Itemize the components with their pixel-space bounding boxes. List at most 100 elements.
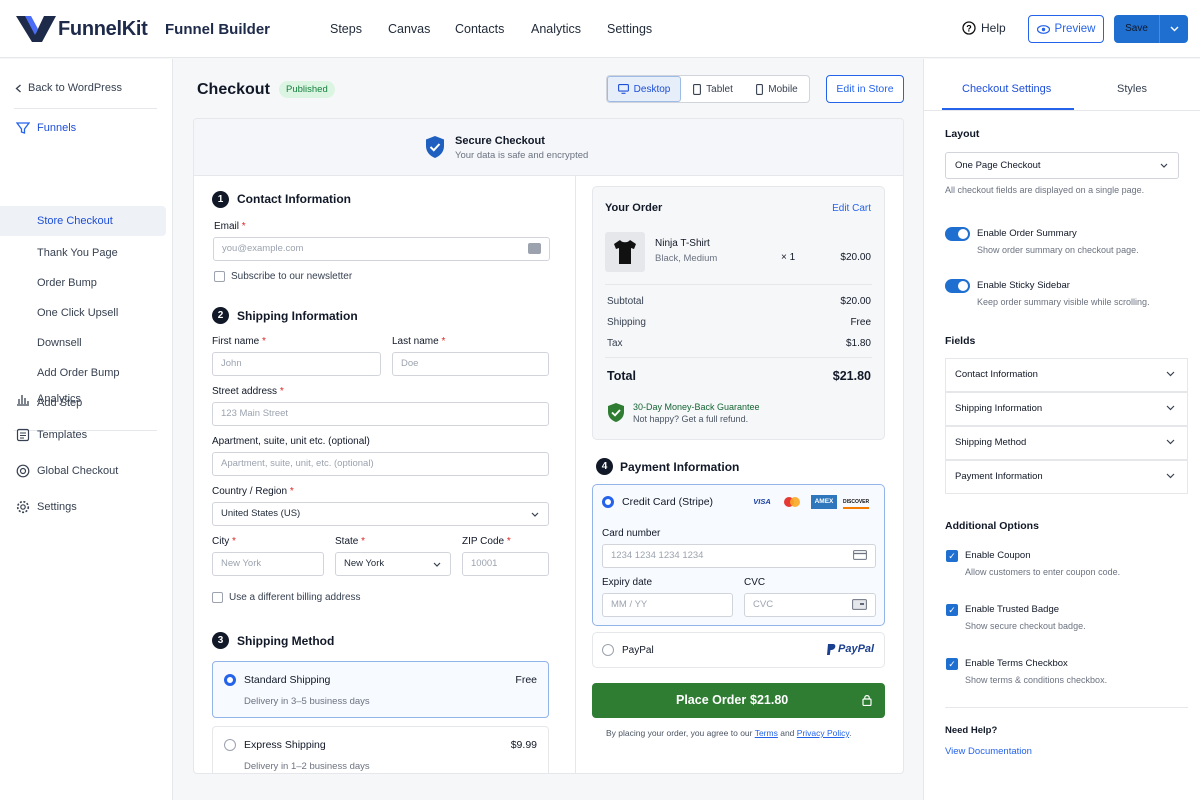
help-button[interactable]: ? Help bbox=[962, 21, 1006, 35]
view-documentation-link[interactable]: View Documentation bbox=[945, 746, 1032, 757]
nav-analytics[interactable]: Analytics bbox=[531, 22, 581, 36]
trusted-badge-checkbox[interactable]: ✓ bbox=[946, 604, 958, 616]
shipping-option-express[interactable]: Express Shipping $9.99 Delivery in 1–2 b… bbox=[212, 726, 549, 773]
sidebar-item-funnels[interactable]: Funnels bbox=[0, 122, 173, 134]
nav-contacts[interactable]: Contacts bbox=[455, 22, 504, 36]
order-summary-toggle[interactable] bbox=[945, 227, 970, 241]
card-number-field[interactable]: 1234 1234 1234 1234 bbox=[602, 544, 876, 568]
nav-canvas[interactable]: Canvas bbox=[388, 22, 430, 36]
chevron-down-icon bbox=[1166, 359, 1175, 391]
paypal-option[interactable]: PayPal PayPal bbox=[592, 632, 885, 668]
device-switcher: Desktop Tablet Mobile bbox=[606, 75, 810, 103]
secure-title: Secure Checkout bbox=[455, 135, 545, 147]
total-value: $21.80 bbox=[832, 369, 871, 383]
sidebar-item-one-click-upsell[interactable]: One Click Upsell bbox=[0, 307, 173, 319]
zip-field[interactable]: 10001 bbox=[462, 552, 549, 576]
step-number: 3 bbox=[212, 632, 229, 649]
last-name-field[interactable]: Doe bbox=[392, 352, 549, 376]
state-value: New York bbox=[344, 558, 385, 569]
express-price: $9.99 bbox=[510, 739, 537, 751]
left-sidebar: Back to WordPress Funnels Store Checkout… bbox=[0, 59, 173, 800]
privacy-policy-link[interactable]: Privacy Policy bbox=[797, 728, 849, 738]
nav-steps[interactable]: Steps bbox=[330, 22, 362, 36]
chevron-down-icon[interactable] bbox=[1160, 23, 1188, 35]
autofill-icon[interactable] bbox=[528, 243, 541, 254]
device-tablet-button[interactable]: Tablet bbox=[681, 76, 745, 102]
newsletter-checkbox[interactable] bbox=[214, 271, 225, 282]
credit-card-radio[interactable] bbox=[602, 496, 614, 508]
paypal-radio[interactable] bbox=[602, 644, 614, 656]
terms-checkbox-desc: Show terms & conditions checkbox. bbox=[965, 675, 1108, 685]
terms-link[interactable]: Terms bbox=[755, 728, 778, 738]
tab-checkout-settings[interactable]: Checkout Settings bbox=[962, 83, 1051, 95]
preview-button[interactable]: Preview bbox=[1028, 15, 1104, 43]
newsletter-label: Subscribe to our newsletter bbox=[231, 271, 353, 282]
expiry-label: Expiry date bbox=[602, 577, 653, 588]
chevron-left-icon bbox=[15, 84, 21, 93]
discover-icon: DISCOVER bbox=[843, 495, 869, 509]
sidebar-item-templates[interactable]: Templates bbox=[0, 429, 173, 441]
apartment-label: Apartment, suite, unit etc. (optional) bbox=[212, 436, 370, 447]
checkout-preview-canvas: Secure Checkout Your data is safe and en… bbox=[193, 118, 904, 774]
country-value: United States (US) bbox=[221, 508, 301, 519]
field-payment-information[interactable]: Payment Information bbox=[945, 460, 1188, 494]
email-field[interactable]: you@example.com bbox=[213, 237, 550, 261]
standard-name: Standard Shipping bbox=[244, 674, 331, 686]
sidebar-item-order-bump[interactable]: Order Bump bbox=[0, 277, 173, 289]
billing-address-label: Use a different billing address bbox=[229, 592, 361, 603]
card-number-label: Card number bbox=[602, 528, 661, 539]
express-radio[interactable] bbox=[224, 739, 236, 751]
sidebar-item-add-order-bump[interactable]: Add Order Bump bbox=[0, 367, 173, 379]
terms-checkbox[interactable]: ✓ bbox=[946, 658, 958, 670]
first-name-field[interactable]: John bbox=[212, 352, 381, 376]
device-desktop-label: Desktop bbox=[633, 83, 671, 95]
divider bbox=[924, 110, 1200, 111]
layout-select[interactable]: One Page Checkout bbox=[945, 152, 1179, 179]
edit-in-store-button[interactable]: Edit in Store bbox=[826, 75, 904, 103]
state-select[interactable]: New York bbox=[335, 552, 451, 576]
active-tab-indicator bbox=[942, 108, 1074, 110]
save-button[interactable]: Save bbox=[1114, 15, 1188, 43]
standard-radio[interactable] bbox=[224, 674, 236, 686]
coupon-desc: Allow customers to enter coupon code. bbox=[965, 567, 1121, 577]
mobile-icon bbox=[756, 83, 764, 95]
subtotal-label: Subtotal bbox=[607, 296, 644, 307]
sidebar-item-downsell[interactable]: Downsell bbox=[0, 337, 173, 349]
sticky-sidebar-toggle[interactable] bbox=[945, 279, 970, 293]
expiry-field[interactable]: MM / YY bbox=[602, 593, 733, 617]
funnelkit-logo-icon bbox=[16, 16, 56, 42]
city-field[interactable]: New York bbox=[212, 552, 324, 576]
tab-styles[interactable]: Styles bbox=[1117, 83, 1147, 95]
sidebar-item-global-checkout[interactable]: Global Checkout bbox=[0, 465, 173, 477]
terms-notice: By placing your order, you agree to our … bbox=[606, 728, 852, 738]
sidebar-item-settings[interactable]: Settings bbox=[0, 501, 173, 513]
shipping-option-standard[interactable]: Standard Shipping Free Delivery in 3–5 b… bbox=[212, 661, 549, 718]
device-desktop-button[interactable]: Desktop bbox=[607, 76, 681, 102]
sidebar-item-analytics[interactable]: Analytics bbox=[0, 393, 173, 405]
nav-settings[interactable]: Settings bbox=[607, 22, 652, 36]
layout-note: All checkout fields are displayed on a s… bbox=[945, 185, 1145, 195]
order-summary: Your Order Edit Cart Ninja T-Shirt Black… bbox=[592, 186, 885, 440]
sidebar-item-store-checkout[interactable]: Store Checkout bbox=[0, 215, 173, 227]
country-select[interactable]: United States (US) bbox=[212, 502, 549, 526]
zip-label: ZIP Code * bbox=[462, 536, 511, 547]
street-field[interactable]: 123 Main Street bbox=[212, 402, 549, 426]
sidebar-item-thank-you-page[interactable]: Thank You Page bbox=[0, 247, 173, 259]
credit-card-option[interactable]: Credit Card (Stripe) VISA AMEX DISCOVER … bbox=[592, 484, 885, 626]
field-shipping-information[interactable]: Shipping Information bbox=[945, 392, 1188, 426]
field-contact-information[interactable]: Contact Information bbox=[945, 358, 1188, 392]
coupon-checkbox[interactable]: ✓ bbox=[946, 550, 958, 562]
edit-cart-link[interactable]: Edit Cart bbox=[832, 203, 871, 214]
contact-section-title: Contact Information bbox=[237, 192, 351, 206]
field-shipping-method[interactable]: Shipping Method bbox=[945, 426, 1188, 460]
billing-address-checkbox[interactable] bbox=[212, 592, 223, 603]
status-badge: Published bbox=[279, 81, 335, 98]
back-to-wordpress-link[interactable]: Back to WordPress bbox=[0, 82, 173, 94]
coupon-label: Enable Coupon bbox=[965, 550, 1031, 561]
place-order-label: Place Order bbox=[676, 693, 747, 707]
divider bbox=[605, 357, 872, 358]
device-mobile-button[interactable]: Mobile bbox=[745, 76, 809, 102]
cvc-label: CVC bbox=[744, 577, 766, 588]
apartment-field[interactable]: Apartment, suite, unit, etc. (optional) bbox=[212, 452, 549, 476]
place-order-button[interactable]: Place Order $21.80 bbox=[592, 683, 885, 718]
